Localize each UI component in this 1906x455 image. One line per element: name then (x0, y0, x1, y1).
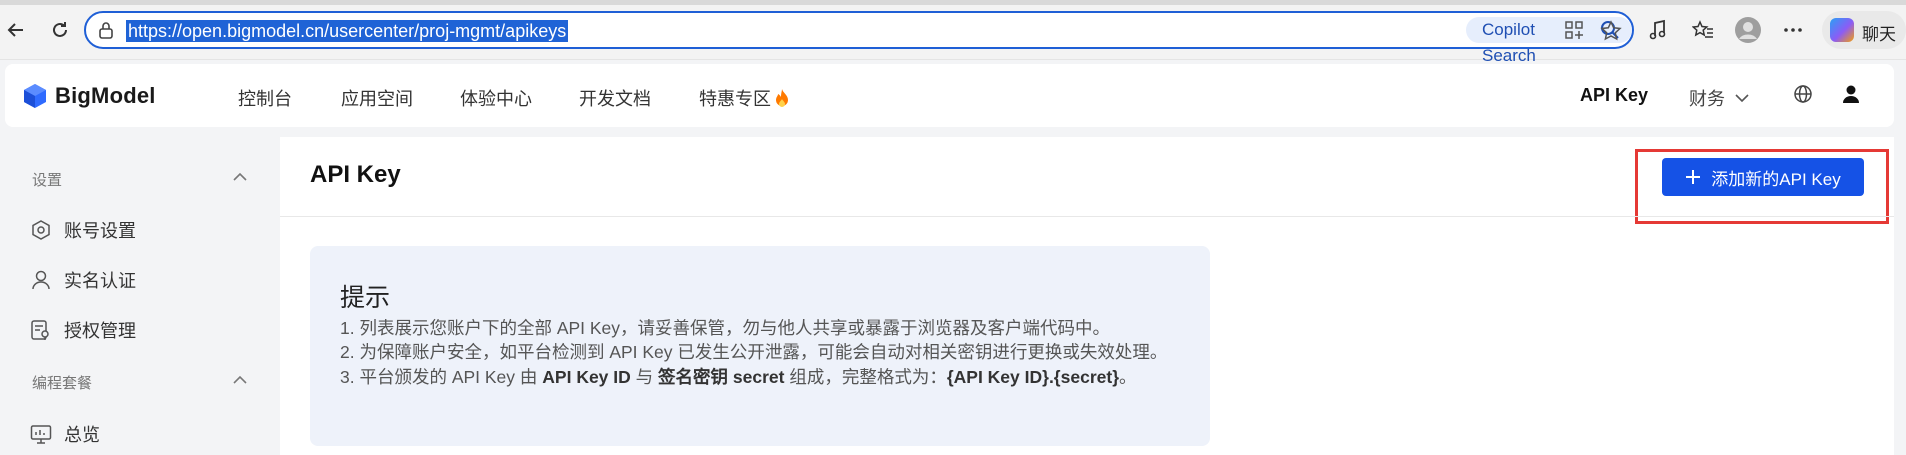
chevron-down-icon (1735, 94, 1749, 103)
add-api-key-label: 添加新的API Key (1711, 169, 1841, 189)
tip-line-3: 3. 平台颁发的 API Key 由 API Key ID 与 签名密钥 sec… (340, 364, 1137, 389)
more-menu-button[interactable] (1778, 14, 1808, 46)
tip-line-1: 1. 列表展示您账户下的全部 API Key，请妥善保管，勿与他人共享或暴露于浏… (340, 318, 1111, 338)
collapse-settings-button[interactable] (233, 169, 247, 187)
nav-special-offers-label: 特惠专区 (699, 89, 771, 109)
main-panel: API Key 添加新的API Key 提示 1. 列表展示您账户下的全部 AP… (280, 137, 1894, 455)
tip-line-3-c: 与 (630, 367, 659, 387)
tab-strip-edge (0, 0, 1906, 5)
profile-button[interactable] (1732, 14, 1764, 46)
sidebar-section-settings: 设置 (32, 172, 63, 189)
lock-icon[interactable] (98, 21, 114, 44)
copilot-chat-button[interactable]: 聊天 (1822, 11, 1906, 49)
tip-box: 提示 1. 列表展示您账户下的全部 API Key，请妥善保管，勿与他人共享或暴… (310, 246, 1210, 446)
sidebar-item-label: 授权管理 (64, 321, 136, 341)
url-text[interactable]: https://open.bigmodel.cn/usercenter/proj… (126, 20, 569, 42)
tip-line-3-api-key-id: API Key ID (542, 367, 631, 387)
nav-api-key[interactable]: API Key (1580, 85, 1648, 106)
language-button[interactable] (1793, 84, 1813, 109)
tip-title: 提示 (340, 284, 391, 312)
more-dots-icon (1784, 28, 1802, 32)
tip-line-3-format: {API Key ID}.{secret} (946, 367, 1119, 387)
fire-icon (776, 89, 788, 107)
sidebar-section-coding-plan: 编程套餐 (32, 375, 93, 392)
nav-app-space[interactable]: 应用空间 (341, 85, 413, 111)
app-grid-icon[interactable] (1564, 20, 1584, 45)
sidebar-item-label: 实名认证 (64, 271, 136, 291)
header-divider (280, 216, 1894, 217)
media-button[interactable] (1643, 14, 1673, 46)
chevron-up-icon (233, 172, 247, 181)
back-button[interactable] (0, 14, 32, 46)
page-title: API Key (310, 161, 401, 188)
favorites-list-icon (1692, 20, 1713, 38)
tip-line-3-a: 3. 平台颁发的 API Key 由 (340, 367, 543, 387)
user-icon (1843, 85, 1859, 103)
sidebar-item-real-name-verification[interactable]: 实名认证 (30, 267, 136, 293)
reload-button[interactable] (44, 14, 76, 46)
tip-line-3-secret: 签名密钥 secret (658, 367, 785, 387)
chat-label: 聊天 (1862, 25, 1896, 44)
add-api-key-button[interactable]: 添加新的API Key (1662, 158, 1864, 196)
chevron-up-icon (233, 375, 247, 384)
plus-icon (1686, 170, 1701, 184)
hexagon-settings-icon (32, 220, 50, 240)
globe-icon (1794, 85, 1812, 103)
sidebar-item-account-settings[interactable]: 账号设置 (30, 217, 136, 243)
user-icon (32, 270, 50, 290)
collapse-coding-plan-button[interactable] (233, 372, 247, 390)
favorite-star-icon[interactable] (1600, 20, 1622, 47)
sidebar: 设置 账号设置 实名认证 授权管理 编程套餐 总览 (5, 137, 279, 455)
reload-icon (53, 22, 67, 37)
sidebar-item-authorization[interactable]: 授权管理 (30, 317, 136, 343)
nav-dev-docs[interactable]: 开发文档 (579, 85, 651, 111)
logo-text: BigModel (55, 83, 156, 108)
sidebar-item-label: 总览 (64, 425, 100, 445)
favorites-button[interactable] (1688, 14, 1718, 46)
user-menu-button[interactable] (1842, 84, 1860, 109)
copilot-logo-icon (1830, 18, 1854, 42)
tip-line-3-g: 。 (1119, 367, 1137, 387)
browser-toolbar: https://open.bigmodel.cn/usercenter/proj… (0, 0, 1906, 65)
nav-console[interactable]: 控制台 (238, 85, 292, 111)
logo[interactable]: BigModel (23, 83, 156, 109)
copilot-search-label: Copilot Search (1482, 20, 1536, 65)
avatar-icon (1735, 17, 1761, 43)
sidebar-item-label: 账号设置 (64, 221, 136, 241)
arrow-left-icon (7, 23, 23, 37)
finance-label: 财务 (1689, 89, 1725, 109)
authorization-icon (31, 320, 49, 340)
monitor-chart-icon (30, 425, 52, 444)
music-note-icon (1649, 19, 1666, 40)
bigmodel-logo-icon (24, 84, 46, 108)
nav-special-offers[interactable]: 特惠专区 (699, 85, 790, 111)
nav-experience-center[interactable]: 体验中心 (460, 85, 532, 111)
tip-line-3-e: 组成，完整格式为： (784, 367, 947, 387)
address-bar[interactable]: https://open.bigmodel.cn/usercenter/proj… (84, 11, 1634, 65)
sidebar-item-overview[interactable]: 总览 (30, 421, 100, 447)
app-header: BigModel 控制台 应用空间 体验中心 开发文档 特惠专区 API Key… (5, 64, 1894, 127)
tip-line-2: 2. 为保障账户安全，如平台检测到 API Key 已发生公开泄露，可能会自动对… (340, 342, 1168, 362)
nav-finance-dropdown[interactable]: 财务 (1689, 85, 1749, 111)
